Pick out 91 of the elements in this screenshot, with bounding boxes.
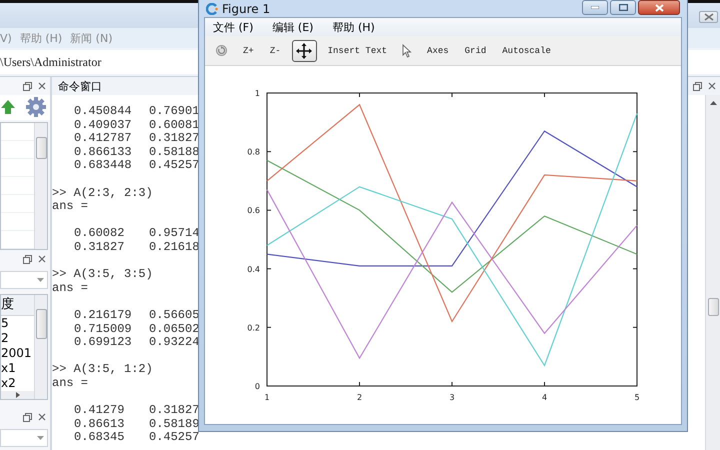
tick-label: 4 bbox=[542, 393, 548, 402]
toolbar-button[interactable]: Grid bbox=[460, 40, 492, 62]
close-icon[interactable] bbox=[38, 82, 46, 90]
pointer-icon bbox=[402, 44, 412, 58]
matrix-value: 0.31827 bbox=[149, 404, 200, 418]
close-button[interactable] bbox=[638, 0, 680, 15]
undock-icon[interactable] bbox=[23, 412, 32, 422]
matrix-value: 0.76901 bbox=[149, 105, 200, 119]
menu-item[interactable]: 文件 (F) bbox=[213, 20, 254, 34]
matrix-value: 0.715009 bbox=[74, 322, 133, 336]
toolbar-button[interactable]: Insert Text bbox=[322, 40, 392, 62]
matrix-value: 0.866133 bbox=[74, 146, 133, 160]
rotate-icon bbox=[215, 44, 228, 57]
tick-label: 0.8 bbox=[247, 148, 260, 157]
command-line: >> A(3:5, 1:2) bbox=[52, 363, 153, 377]
matrix-value: 0.216179 bbox=[74, 308, 133, 322]
matrix-value: 0.58189 bbox=[149, 418, 200, 432]
scroll-thumb[interactable] bbox=[708, 298, 718, 316]
tick-label: 3 bbox=[449, 393, 455, 402]
tick-label: 1 bbox=[254, 89, 260, 98]
tick-label: 0.4 bbox=[247, 264, 260, 274]
dropdown-arrow-icon bbox=[37, 436, 44, 440]
matrix-value: 0.409037 bbox=[74, 118, 133, 132]
toolbar-button[interactable]: Z+ bbox=[238, 40, 259, 62]
panel-title: 命令窗口 bbox=[58, 78, 102, 94]
command-line: >> A(3:5, 3:5) bbox=[52, 268, 153, 282]
scroll-right-icon[interactable] bbox=[16, 392, 20, 398]
table-cell-text: x2 bbox=[1, 376, 17, 391]
scrollbar[interactable] bbox=[705, 95, 720, 450]
matrix-value: 0.31827 bbox=[74, 240, 126, 255]
matrix-value: 0.93224 bbox=[149, 336, 200, 350]
move-icon bbox=[296, 42, 312, 58]
tick-label: 0.2 bbox=[247, 323, 260, 332]
close-icon[interactable] bbox=[38, 413, 46, 421]
table-cell-text: 2001 bbox=[1, 346, 33, 361]
matrix-value: 0.699123 bbox=[74, 336, 133, 350]
tick-label: 2 bbox=[356, 393, 362, 402]
close-icon[interactable] bbox=[708, 82, 716, 90]
app-logo-icon bbox=[206, 2, 218, 14]
output-label: ans = bbox=[52, 282, 88, 296]
scroll-up-icon[interactable] bbox=[710, 101, 716, 105]
toolbar-button[interactable]: Z- bbox=[264, 40, 286, 62]
window-title: Figure 1 bbox=[222, 2, 270, 16]
tick-label: 1 bbox=[264, 393, 270, 402]
undock-icon[interactable] bbox=[23, 254, 32, 264]
maximize-button[interactable] bbox=[610, 0, 636, 15]
scrollbar[interactable] bbox=[34, 295, 47, 399]
matrix-value: 0.56605 bbox=[149, 308, 200, 322]
minimize-button[interactable] bbox=[582, 0, 608, 15]
column-header: 度 bbox=[1, 295, 34, 316]
pan-button[interactable] bbox=[292, 40, 317, 62]
toolbar-button[interactable]: Autoscale bbox=[497, 40, 556, 62]
matrix-value: 0.683448 bbox=[74, 159, 133, 173]
close-icon bbox=[704, 13, 714, 21]
output-label: ans = bbox=[52, 376, 88, 390]
table-cell-text: x1 bbox=[1, 361, 17, 376]
tick-label: 0 bbox=[254, 382, 260, 391]
matrix-value: 0.412787 bbox=[74, 132, 133, 146]
matrix-value: 0.60081 bbox=[149, 118, 200, 132]
matrix-value: 0.21618 bbox=[149, 240, 200, 255]
scrollbar[interactable] bbox=[34, 122, 47, 249]
command-line: >> A(2:3, 2:3) bbox=[52, 186, 153, 200]
undock-icon[interactable] bbox=[693, 82, 702, 90]
matrix-value: 0.06502 bbox=[149, 322, 200, 336]
menu-item[interactable]: 帮助 (H) bbox=[332, 20, 375, 34]
table-cell-text: 2 bbox=[1, 331, 10, 346]
matrix-value: 0.68345 bbox=[74, 431, 126, 445]
close-button[interactable] bbox=[699, 11, 718, 23]
matrix-value: 0.86613 bbox=[74, 418, 126, 432]
matrix-value: 0.45257 bbox=[149, 159, 200, 173]
matrix-value: 0.45257 bbox=[149, 431, 200, 445]
maximize-icon bbox=[618, 4, 628, 11]
matrix-value: 0.31827 bbox=[149, 132, 200, 146]
matrix-value: 0.58188 bbox=[149, 146, 200, 160]
tick-label: 0.6 bbox=[247, 206, 260, 216]
matrix-value: 0.60082 bbox=[74, 227, 126, 241]
close-icon[interactable] bbox=[38, 255, 46, 263]
matrix-value: 0.450844 bbox=[74, 105, 133, 119]
matrix-value: 0.95714 bbox=[149, 227, 200, 241]
gear-icon[interactable] bbox=[25, 96, 47, 118]
close-icon bbox=[654, 4, 664, 12]
table-cell-text: 5 bbox=[1, 316, 10, 331]
undock-icon[interactable] bbox=[23, 82, 32, 90]
dropdown-arrow-icon bbox=[37, 278, 44, 282]
up-arrow-icon[interactable] bbox=[0, 99, 16, 116]
tick-label: 5 bbox=[634, 393, 640, 402]
output-label: ans = bbox=[52, 200, 88, 214]
matrix-value: 0.41279 bbox=[74, 404, 126, 418]
minimize-icon bbox=[591, 6, 599, 9]
menu-item[interactable]: 编辑 (E) bbox=[272, 20, 314, 34]
toolbar-button[interactable]: Axes bbox=[422, 40, 454, 62]
